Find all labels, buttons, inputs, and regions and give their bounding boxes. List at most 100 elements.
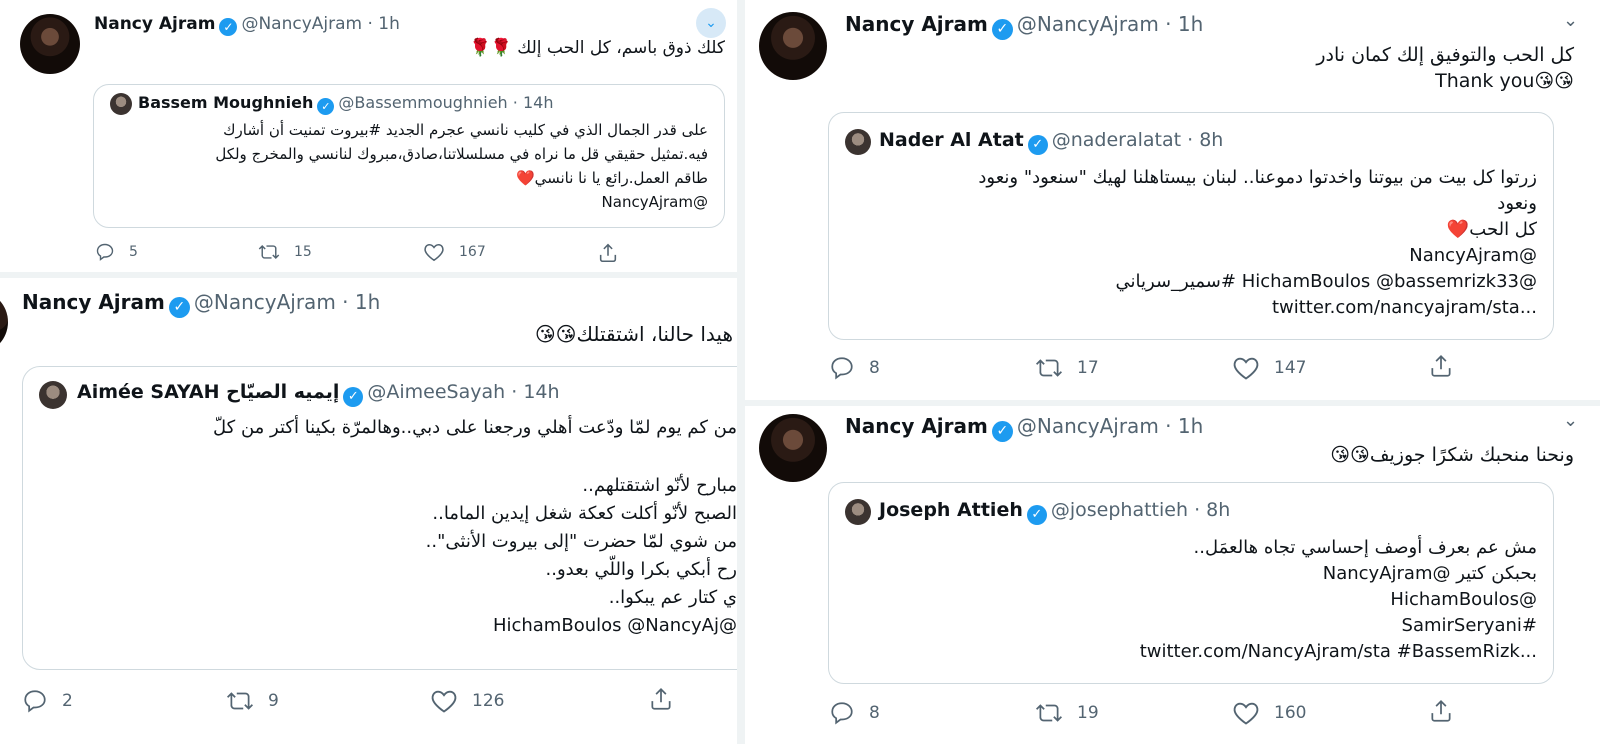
retweet-count: 17 — [1077, 358, 1099, 378]
author-name[interactable]: Nancy Ajram — [845, 12, 988, 36]
quoted-mentions: @HichamBoulos @bassemrizk33 #سمير_سرياني — [1115, 271, 1537, 292]
quoted-author-name: Bassem Moughnieh — [138, 93, 314, 112]
quoted-tweet[interactable]: Joseph Attieh ✓ @josephattieh · 8h مش عم ب… — [828, 482, 1554, 684]
quoted-line: ي كتار عم يبكوا.. — [608, 587, 737, 608]
author-name[interactable]: Nancy Ajram — [22, 290, 165, 314]
tweet-text-line: Thank you😘😘 — [1435, 70, 1574, 92]
reply-count: 8 — [869, 703, 880, 723]
tweet-panel-3: Nancy Ajram ✓ @NancyAjram · 1h ⌄ كل الحب و… — [745, 0, 1600, 400]
quoted-mentions: @HichamBoulos @NancyAj — [492, 615, 737, 636]
author-handle[interactable]: @NancyAjram — [194, 290, 336, 314]
like-count: 167 — [459, 244, 486, 260]
retweet-button[interactable]: 15 — [258, 242, 312, 262]
separator: · — [1187, 129, 1194, 151]
reply-icon — [96, 243, 114, 261]
like-count: 160 — [1274, 703, 1307, 723]
share-button[interactable] — [648, 686, 674, 712]
like-button[interactable]: 126 — [430, 688, 504, 714]
like-icon — [1233, 357, 1259, 380]
quoted-header: Joseph Attieh ✓ @josephattieh · 8h — [879, 499, 1230, 525]
share-button[interactable] — [1428, 698, 1454, 724]
author-handle[interactable]: @NancyAjram — [1017, 414, 1159, 438]
timestamp[interactable]: 1h — [378, 14, 400, 34]
like-count: 126 — [472, 691, 505, 711]
reply-button[interactable]: 8 — [829, 700, 880, 726]
quoted-avatar — [845, 129, 871, 155]
author-name[interactable]: Nancy Ajram — [94, 14, 215, 34]
author-handle[interactable]: @NancyAjram — [1017, 12, 1159, 36]
quoted-timestamp: 14h — [522, 93, 554, 112]
chevron-down-icon[interactable]: ⌄ — [696, 8, 726, 38]
reply-button[interactable]: 5 — [95, 242, 138, 262]
verified-badge-icon: ✓ — [317, 98, 335, 115]
avatar[interactable] — [759, 12, 827, 80]
like-button[interactable]: 160 — [1232, 700, 1306, 726]
timestamp[interactable]: 1h — [355, 290, 380, 314]
chevron-down-icon[interactable]: ⌄ — [1563, 410, 1578, 431]
quoted-avatar — [39, 381, 67, 409]
quoted-avatar — [110, 93, 132, 115]
chevron-down-icon[interactable]: ⌄ — [1563, 10, 1578, 31]
quoted-header: Bassem Moughnieh ✓ @Bassemmoughnieh · 14h — [138, 93, 553, 115]
reply-count: 8 — [869, 358, 880, 378]
tweet-header: Nancy Ajram ✓ @NancyAjram · 1h — [22, 290, 380, 318]
retweet-count: 15 — [294, 244, 312, 260]
reply-count: 2 — [62, 691, 73, 711]
tweet-text-line: كل الحب والتوفيق إلك كمان نادر — [1316, 44, 1574, 66]
tweet-header: Nancy Ajram ✓ @NancyAjram · 1h — [845, 414, 1203, 442]
reply-button[interactable]: 2 — [22, 688, 73, 714]
like-button[interactable]: 167 — [423, 242, 486, 262]
quoted-line: من شوي لمّا حضرت "إلى بيروت الأنثى".. — [425, 531, 737, 552]
share-button[interactable] — [597, 242, 619, 264]
quoted-mention: @NancyAjram — [1409, 245, 1537, 266]
quoted-tweet[interactable]: Nader Al Atat ✓ @naderalatat · 8h زرتوا كل… — [828, 112, 1554, 340]
tweet-text: هيدا حالنا، اشتقتلك😘😘 — [534, 322, 733, 346]
share-button[interactable] — [1428, 353, 1454, 379]
retweet-icon — [1036, 704, 1062, 722]
avatar[interactable] — [0, 290, 8, 354]
like-button[interactable]: 147 — [1232, 355, 1306, 381]
like-icon — [431, 690, 457, 713]
tweet-panel-4: Nancy Ajram ✓ @NancyAjram · 1h ⌄ ونحنا منح… — [745, 406, 1600, 744]
quoted-timestamp: 14h — [523, 381, 560, 403]
quoted-tweet[interactable]: Bassem Moughnieh ✓ @Bassemmoughnieh · 14h … — [93, 84, 725, 228]
quoted-line: بحبكن كتير @NancyAjram — [1322, 563, 1537, 584]
like-icon — [1233, 702, 1259, 725]
separator: · — [367, 14, 373, 34]
retweet-button[interactable]: 9 — [226, 688, 279, 714]
verified-badge-icon: ✓ — [1026, 505, 1047, 525]
author-name[interactable]: Nancy Ajram — [845, 414, 988, 438]
quoted-line: زرتوا كل بيت من بيوتنا واخدتوا دموعنا.. … — [978, 167, 1537, 188]
verified-badge-icon: ✓ — [343, 387, 364, 407]
quoted-tweet[interactable]: Aimée SAYAH إيميه الصيّاح ✓ @AimeeSayah · … — [22, 366, 737, 670]
verified-badge-icon: ✓ — [168, 297, 190, 318]
timestamp[interactable]: 1h — [1178, 12, 1203, 36]
retweet-button[interactable]: 17 — [1035, 355, 1099, 381]
quoted-author-handle: @AimeeSayah — [367, 381, 506, 403]
reply-icon — [24, 690, 46, 713]
column-gap — [737, 0, 745, 744]
quoted-line: طاقم العمل.رائع يا نا نانسي❤️ — [515, 169, 708, 187]
like-count: 147 — [1274, 358, 1307, 378]
tweet-header: Nancy Ajram ✓ @NancyAjram · 1h — [94, 14, 400, 36]
tweet-header: Nancy Ajram ✓ @NancyAjram · 1h — [845, 12, 1203, 40]
verified-badge-icon: ✓ — [1027, 135, 1048, 155]
quoted-line: ونعود — [1497, 193, 1537, 214]
reply-icon — [831, 357, 853, 380]
tweet-panel-2: Nancy Ajram ✓ @NancyAjram · 1h هيدا حالنا،… — [0, 278, 737, 744]
share-icon — [651, 688, 671, 710]
retweet-button[interactable]: 19 — [1035, 700, 1099, 726]
avatar[interactable] — [759, 414, 827, 482]
reply-button[interactable]: 8 — [829, 355, 880, 381]
share-icon — [1431, 355, 1451, 377]
reply-count: 5 — [129, 244, 138, 260]
quoted-header: Nader Al Atat ✓ @naderalatat · 8h — [879, 129, 1223, 155]
quoted-line: على قدر الجمال الذي في كليب نانسي عجرم ا… — [223, 121, 708, 139]
avatar[interactable] — [20, 14, 80, 74]
verified-badge-icon: ✓ — [219, 18, 238, 36]
author-handle[interactable]: @NancyAjram — [241, 14, 362, 34]
separator: · — [512, 93, 518, 112]
quoted-line: رح أبكي بكرا واللّي بعدو.. — [545, 559, 737, 580]
quoted-mention: @HichamBoulos — [1390, 589, 1537, 610]
timestamp[interactable]: 1h — [1178, 414, 1203, 438]
